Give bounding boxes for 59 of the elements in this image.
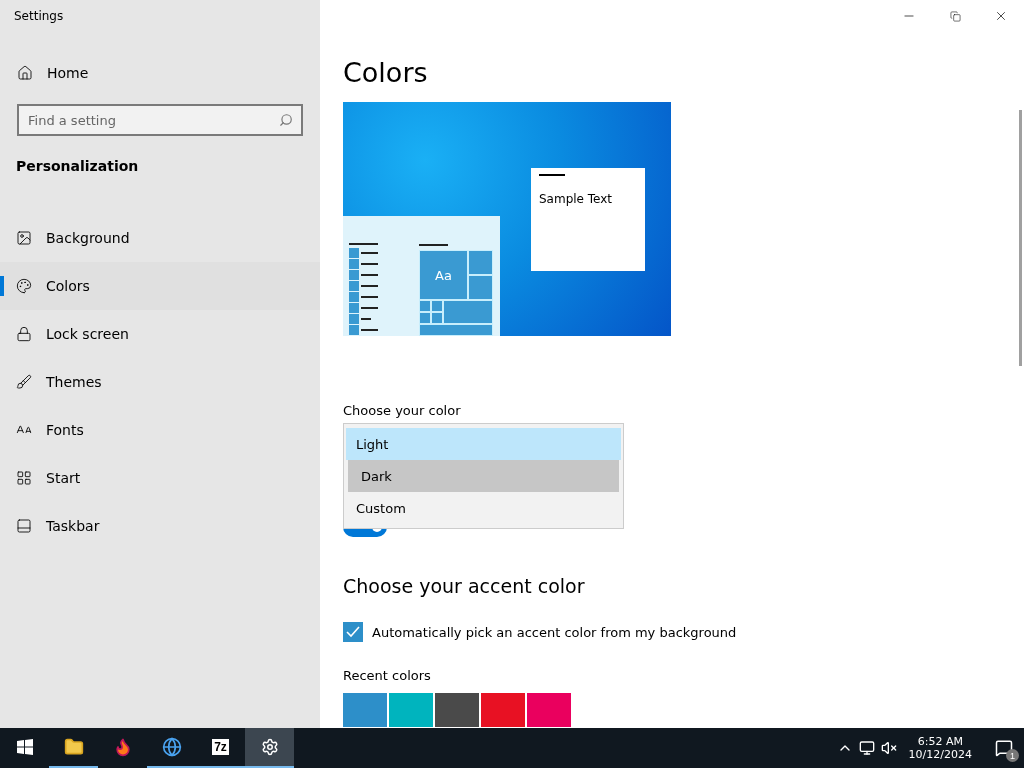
nav-item[interactable]: Colors [0, 262, 320, 310]
color-swatch[interactable] [481, 693, 525, 727]
color-swatch[interactable] [343, 693, 387, 727]
tile [419, 312, 431, 324]
nav-item[interactable]: Themes [0, 358, 320, 406]
home-icon [17, 65, 33, 81]
dropdown-option[interactable]: Custom [346, 492, 621, 524]
color-swatch[interactable] [389, 693, 433, 727]
restore-icon [949, 10, 961, 22]
palette-icon [16, 278, 32, 294]
checkbox[interactable] [343, 622, 363, 642]
color-swatch[interactable] [527, 693, 571, 727]
field-label: Choose your color [343, 403, 462, 420]
nav-item[interactable]: Lock screen [0, 310, 320, 358]
nav-item[interactable]: Background [0, 214, 320, 262]
section-heading: Personalization [15, 157, 140, 176]
tile [419, 300, 431, 312]
nav-item[interactable]: Start [0, 454, 320, 502]
lock-icon [16, 326, 32, 342]
globe-icon [161, 737, 182, 757]
color-swatch[interactable] [435, 693, 479, 727]
nav-item[interactable]: Taskbar [0, 502, 320, 550]
tile [443, 300, 493, 324]
windows-icon [16, 739, 33, 755]
close-icon [994, 9, 1008, 23]
window-title: Settings [13, 8, 65, 25]
accent-checkbox[interactable]: Automatically pick an accent color from my background [343, 622, 737, 642]
sample-text: Sample Text [539, 192, 613, 206]
heading-line [419, 244, 448, 246]
grid-icon [16, 470, 32, 486]
check-icon [346, 626, 360, 638]
brush-icon [16, 374, 32, 390]
taskbar-app[interactable] [245, 728, 294, 768]
search-icon [279, 113, 293, 127]
volume-muted-icon[interactable] [880, 740, 897, 756]
panel-icon [16, 518, 32, 534]
image-icon [16, 230, 32, 246]
tile [468, 250, 493, 275]
nav-item[interactable]: Fonts [0, 406, 320, 454]
tile [468, 275, 493, 300]
scrollbar[interactable] [1019, 110, 1022, 366]
tile [431, 300, 443, 312]
clock[interactable]: 6:52 AM 10/12/2024 [902, 735, 978, 761]
message-icon [995, 739, 1013, 757]
dropdown-option[interactable]: Light [346, 428, 621, 460]
section-heading: Choose your accent color [343, 575, 586, 599]
notifications-button[interactable]: 1 [984, 728, 1024, 768]
dropdown-option[interactable]: Dark [348, 460, 619, 492]
archive-app-label: 7z [212, 739, 229, 755]
network-icon[interactable] [858, 740, 875, 756]
search-field[interactable]: Find a setting [17, 104, 303, 136]
settings-icon [260, 738, 279, 756]
page-title: Colors [343, 56, 429, 90]
notification-count: 1 [1006, 749, 1019, 762]
home-link[interactable]: Home [0, 53, 320, 93]
folder-icon [63, 737, 84, 757]
field-label: Recent colors [343, 668, 432, 685]
tile: Aa [419, 250, 468, 300]
tile [431, 312, 443, 324]
